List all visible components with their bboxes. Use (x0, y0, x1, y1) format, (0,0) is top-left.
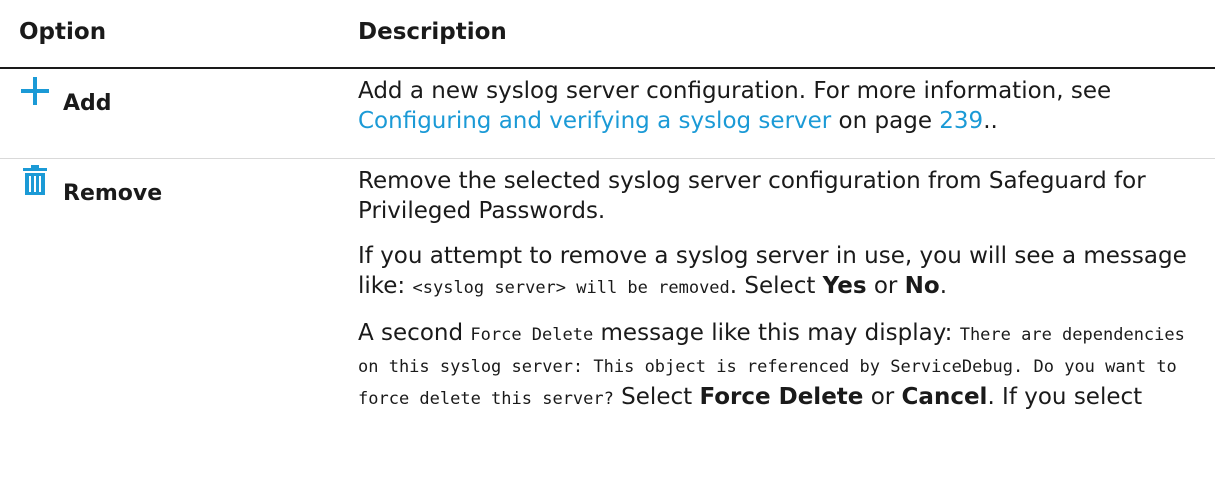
option-label-remove: Remove (63, 181, 163, 206)
link-configuring-syslog[interactable]: Configuring and verifying a syslog serve… (358, 108, 831, 134)
description-remove: Remove the selected syslog server config… (358, 166, 1188, 429)
header-description: Description (358, 19, 507, 45)
option-add: Add (19, 77, 112, 119)
desc-text: or (866, 273, 905, 299)
trash-icon (23, 165, 47, 195)
code-force-delete: Force Delete (470, 325, 594, 345)
table-row-add: Add Add a new syslog server configuratio… (0, 69, 1215, 159)
link-page-239[interactable]: 239 (939, 108, 983, 134)
header-option: Option (19, 19, 107, 45)
desc-paragraph-3: A second Force Delete message like this … (358, 318, 1188, 414)
description-add: Add a new syslog server configuration. F… (358, 76, 1188, 151)
desc-text: Select (613, 384, 700, 410)
option-label-add: Add (63, 91, 112, 116)
term-cancel: Cancel (901, 384, 988, 410)
table-header: Option Description (0, 0, 1215, 69)
desc-text: or (863, 384, 902, 410)
term-force-delete: Force Delete (699, 384, 864, 410)
desc-text: . (939, 273, 948, 299)
desc-text: A second (358, 320, 471, 346)
desc-paragraph-2: If you attempt to remove a syslog server… (358, 241, 1188, 303)
desc-text: . If you select (987, 384, 1143, 410)
desc-paragraph-1: Remove the selected syslog server config… (358, 168, 1146, 224)
plus-icon (21, 77, 49, 105)
table-row-remove: Remove Remove the selected syslog server… (0, 159, 1215, 486)
term-yes: Yes (822, 273, 867, 299)
desc-text: .. (983, 108, 998, 134)
desc-text: message like this may display: (593, 320, 960, 346)
desc-text: Add a new syslog server configuration. F… (358, 78, 1112, 104)
term-no: No (904, 273, 940, 299)
desc-text: . Select (729, 273, 823, 299)
desc-text: on page (831, 108, 940, 134)
code-removed-message: <syslog server> will be removed (412, 278, 730, 298)
option-remove: Remove (19, 165, 163, 209)
